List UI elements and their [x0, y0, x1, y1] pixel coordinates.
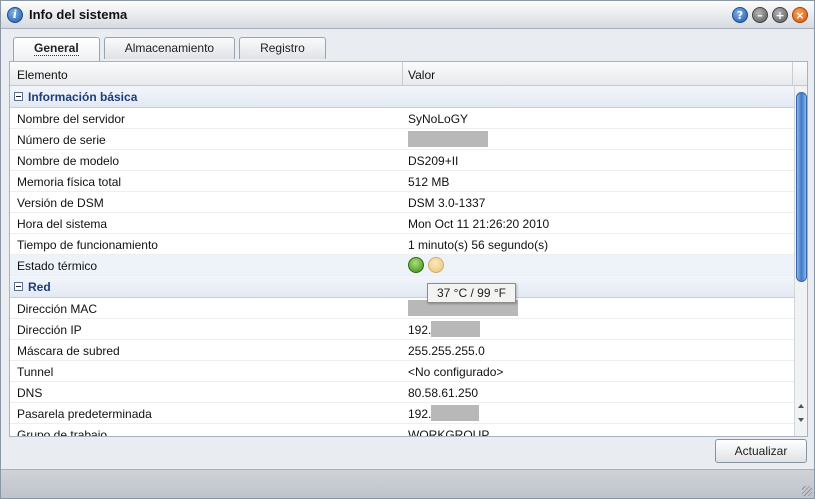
- row-value: 512 MB: [408, 175, 450, 189]
- column-divider[interactable]: [402, 62, 403, 85]
- row-key: DNS: [17, 386, 43, 400]
- row-key: Estado térmico: [17, 259, 98, 273]
- row-key: Dirección IP: [17, 323, 82, 337]
- grid-header: Elemento Valor: [10, 62, 807, 86]
- row-value: WORKGROUP: [408, 428, 490, 436]
- title-bar[interactable]: i Info del sistema ? – + ×: [1, 1, 814, 29]
- redacted-value: [431, 405, 479, 421]
- row-key: Tiempo de funcionamiento: [17, 238, 158, 252]
- scroll-down-icon[interactable]: [798, 418, 804, 422]
- table-row[interactable]: Nombre del servidor SyNoLoGY: [10, 108, 794, 129]
- table-row[interactable]: Nombre de modelo DS209+II: [10, 150, 794, 171]
- close-icon[interactable]: ×: [792, 7, 808, 23]
- thermal-ok-icon[interactable]: [408, 257, 424, 273]
- table-row[interactable]: Hora del sistema Mon Oct 11 21:26:20 2010: [10, 213, 794, 234]
- row-value: 1 minuto(s) 56 segundo(s): [408, 238, 549, 252]
- collapse-icon[interactable]: [14, 92, 23, 101]
- scrollbar-thumb[interactable]: [796, 92, 807, 282]
- redacted-value: [408, 131, 488, 147]
- scroll-up-icon[interactable]: [798, 404, 804, 408]
- vertical-scrollbar[interactable]: [794, 86, 807, 436]
- info-grid: Elemento Valor Información básica Nombre…: [9, 61, 808, 437]
- tab-label: Registro: [260, 41, 305, 55]
- bottom-bar: [1, 469, 814, 498]
- tab-storage[interactable]: Almacenamiento: [103, 37, 236, 59]
- row-key: Hora del sistema: [17, 217, 108, 231]
- window-controls: ? – + ×: [732, 7, 808, 23]
- row-key: Versión de DSM: [17, 196, 104, 210]
- info-icon: i: [7, 7, 23, 23]
- row-key: Grupo de trabajo: [17, 428, 108, 436]
- row-value: 192.: [408, 323, 432, 337]
- table-row[interactable]: Dirección MAC: [10, 298, 794, 319]
- row-key: Nombre del servidor: [17, 112, 126, 126]
- table-row[interactable]: Dirección IP 192.: [10, 319, 794, 340]
- tab-label: General: [34, 41, 79, 56]
- row-key: Nombre de modelo: [17, 154, 120, 168]
- table-row[interactable]: DNS 80.58.61.250: [10, 382, 794, 403]
- group-network[interactable]: Red: [10, 276, 794, 298]
- redacted-value: [431, 321, 480, 337]
- window-title: Info del sistema: [29, 7, 128, 22]
- resize-grip-icon[interactable]: [802, 486, 812, 496]
- table-row[interactable]: Número de serie: [10, 129, 794, 150]
- thermal-warm-icon: [428, 257, 444, 273]
- table-row[interactable]: Tiempo de funcionamiento 1 minuto(s) 56 s…: [10, 234, 794, 255]
- table-row[interactable]: Máscara de subred 255.255.255.0: [10, 340, 794, 361]
- row-value: 192.: [408, 407, 432, 421]
- refresh-button[interactable]: Actualizar: [715, 439, 807, 463]
- table-row[interactable]: Versión de DSM DSM 3.0-1337: [10, 192, 794, 213]
- tab-general[interactable]: General: [13, 37, 100, 61]
- table-row[interactable]: Pasarela predeterminada 192.: [10, 403, 794, 424]
- column-header-element[interactable]: Elemento: [17, 68, 68, 82]
- collapse-icon[interactable]: [14, 282, 23, 291]
- row-value: DSM 3.0-1337: [408, 196, 486, 210]
- group-title: Red: [28, 280, 51, 294]
- tab-bar: General Almacenamiento Registro: [13, 37, 326, 61]
- table-row[interactable]: Grupo de trabajo WORKGROUP: [10, 424, 794, 436]
- row-key: Pasarela predeterminada: [17, 407, 152, 421]
- row-value: 80.58.61.250: [408, 386, 479, 400]
- table-row[interactable]: Estado térmico: [10, 255, 794, 276]
- row-key: Máscara de subred: [17, 344, 120, 358]
- minimize-icon[interactable]: –: [752, 7, 768, 23]
- group-title: Información básica: [28, 90, 138, 104]
- row-value: <No configurado>: [408, 365, 504, 379]
- row-value: SyNoLoGY: [408, 112, 469, 126]
- table-row[interactable]: Memoria física total 512 MB: [10, 171, 794, 192]
- row-key: Dirección MAC: [17, 302, 98, 316]
- grid-body: Información básica Nombre del servidor Sy…: [10, 86, 794, 436]
- thermal-tooltip: 37 °C / 99 °F: [427, 283, 516, 303]
- maximize-icon[interactable]: +: [772, 7, 788, 23]
- row-key: Número de serie: [17, 133, 106, 147]
- help-icon[interactable]: ?: [732, 7, 748, 23]
- system-info-window: i Info del sistema ? – + × General Almac…: [0, 0, 815, 499]
- tab-label: Almacenamiento: [124, 41, 215, 55]
- tab-log[interactable]: Registro: [239, 37, 326, 59]
- row-value: Mon Oct 11 21:26:20 2010: [408, 217, 550, 231]
- column-header-value[interactable]: Valor: [408, 68, 435, 82]
- column-divider: [792, 62, 793, 85]
- row-value: 255.255.255.0: [408, 344, 485, 358]
- table-row[interactable]: Tunnel <No configurado>: [10, 361, 794, 382]
- row-value: DS209+II: [408, 154, 459, 168]
- row-key: Tunnel: [17, 365, 54, 379]
- row-key: Memoria física total: [17, 175, 122, 189]
- group-basic-info[interactable]: Información básica: [10, 86, 794, 108]
